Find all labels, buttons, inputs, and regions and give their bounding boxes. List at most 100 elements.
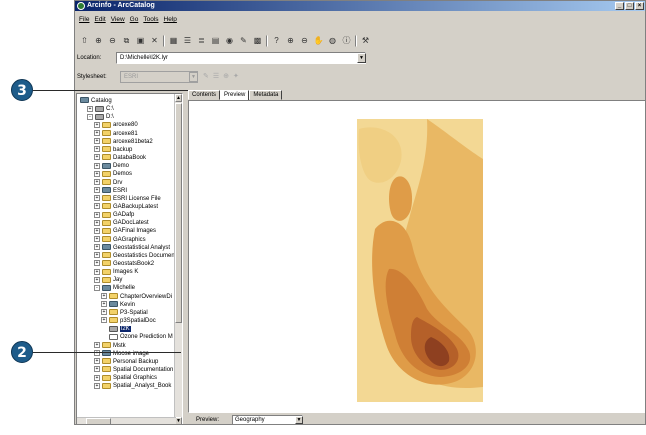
tree-item[interactable]: + Spatial Documentation [94, 366, 173, 374]
tree-item[interactable]: + Spatial_Analyst_Book [94, 382, 171, 390]
arctoolbox-icon[interactable]: ⚒ [360, 36, 371, 47]
delete-icon[interactable]: ✕ [149, 36, 160, 47]
copy-icon[interactable]: ⧉ [121, 36, 132, 47]
tree-item[interactable]: + Moose image [94, 350, 149, 358]
tree-item[interactable]: + p3SpatialDoc [101, 317, 156, 325]
collapse-icon[interactable]: - [87, 113, 93, 120]
tree-item[interactable]: Ozone Prediction M [101, 333, 173, 341]
tree-vertical-scrollbar[interactable]: ▲ ▼ [174, 94, 182, 424]
tree-item[interactable]: + GAGraphics [94, 235, 146, 244]
whats-this-icon[interactable]: ? [271, 36, 282, 47]
tree-item[interactable]: - D:\ [87, 113, 114, 121]
identify-icon[interactable]: ⓘ [341, 36, 352, 47]
zoom-in-icon[interactable]: ⊕ [285, 36, 296, 47]
tree-item[interactable]: + GAFinal Images [94, 227, 156, 235]
expand-icon[interactable]: + [94, 130, 100, 137]
tree-item[interactable]: + Images K [94, 268, 138, 276]
expand-icon[interactable]: + [94, 235, 100, 242]
location-dropdown-button[interactable]: ▼ [357, 53, 366, 63]
metadata-icon[interactable]: ✎ [238, 36, 249, 47]
preview-type-select[interactable]: Geography [232, 415, 303, 424]
tree-item[interactable]: l2K [101, 325, 131, 333]
expand-icon[interactable]: + [101, 309, 107, 316]
expand-icon[interactable]: + [94, 146, 100, 153]
expand-icon[interactable]: + [94, 366, 100, 373]
tree-item[interactable]: + P3-Spatial [101, 309, 148, 317]
expand-icon[interactable]: + [94, 170, 100, 177]
thumbnails-icon[interactable]: ▤ [210, 36, 221, 47]
tree-item[interactable]: + GADocLatest [94, 219, 149, 227]
connect-folder-icon[interactable]: ⊕ [93, 36, 104, 47]
tree-item[interactable]: + arcexe81 [94, 130, 138, 138]
tab-contents[interactable]: Contents [188, 90, 221, 100]
expand-icon[interactable]: + [94, 121, 100, 128]
tree-item[interactable]: + Geostatistical Analyst [94, 244, 170, 252]
hscroll-thumb[interactable] [86, 418, 111, 424]
details-icon[interactable]: ≣ [196, 36, 207, 47]
expand-icon[interactable]: + [94, 219, 100, 226]
tree-item[interactable]: + Kevin [101, 301, 135, 309]
tab-metadata[interactable]: Metadata [249, 90, 283, 100]
tree-item[interactable]: + Geostatistics Document [94, 252, 176, 260]
tree-item[interactable]: + Personal Backup [94, 358, 158, 366]
expand-icon[interactable]: + [94, 203, 100, 210]
expand-icon[interactable]: + [87, 105, 93, 112]
maximize-button[interactable]: □ [625, 2, 634, 10]
tree-horizontal-scrollbar[interactable] [77, 417, 176, 424]
tree-item[interactable]: + ChapterOverviewDi [101, 293, 172, 301]
stylesheet-select[interactable]: ESRI [120, 71, 198, 83]
tree-item[interactable]: + arcexe80 [94, 121, 138, 129]
expand-icon[interactable]: + [101, 293, 107, 300]
expand-icon[interactable]: + [94, 154, 100, 161]
expand-icon[interactable]: + [94, 195, 100, 202]
scroll-thumb[interactable] [175, 103, 182, 323]
menu-view[interactable]: View [111, 15, 125, 25]
expand-icon[interactable]: + [94, 382, 100, 389]
expand-icon[interactable]: + [94, 252, 100, 259]
expand-icon[interactable]: + [94, 268, 100, 275]
collapse-icon[interactable]: - [94, 284, 100, 291]
stylesheet-dropdown-button[interactable]: ▼ [189, 72, 198, 82]
expand-icon[interactable]: + [94, 374, 100, 381]
expand-icon[interactable]: + [94, 162, 100, 169]
tree-item[interactable]: + ESRI [94, 187, 127, 195]
list-icon[interactable]: ☰ [182, 36, 193, 47]
tree-item[interactable]: + GADafp [94, 211, 134, 219]
expand-icon[interactable]: + [101, 317, 107, 324]
minimize-button[interactable]: _ [615, 2, 624, 10]
catalog-tree[interactable]: Catalog + C:\ - D:\ + arcexe80 + arcexe81 + arcexe… [76, 93, 183, 424]
expand-icon[interactable]: + [94, 276, 100, 283]
expand-icon[interactable]: + [94, 350, 100, 357]
preview-type-dropdown-button[interactable]: ▼ [295, 416, 303, 424]
expand-icon[interactable]: + [94, 341, 100, 348]
close-button[interactable]: × [635, 2, 644, 10]
scroll-up-arrow-icon[interactable]: ▲ [175, 94, 182, 102]
menu-tools[interactable]: Tools [143, 15, 158, 25]
full-extent-icon[interactable]: ◍ [327, 36, 338, 47]
tree-item[interactable]: - Michelle [94, 284, 135, 292]
expand-icon[interactable]: + [94, 244, 100, 251]
tree-item[interactable]: + Mstk [94, 341, 126, 350]
expand-icon[interactable]: + [94, 358, 100, 365]
tree-item[interactable]: + Demo [94, 162, 129, 170]
tree-item[interactable]: + GeostatsBook2 [94, 260, 154, 268]
expand-icon[interactable]: + [101, 301, 107, 308]
disconnect-folder-icon[interactable]: ⊖ [107, 36, 118, 47]
tree-item[interactable]: + C:\ [87, 105, 114, 113]
preview-pane[interactable] [188, 100, 645, 413]
tree-item[interactable]: Catalog [80, 97, 112, 105]
tree-item[interactable]: + Demos [94, 170, 132, 178]
tree-item[interactable]: + GABackupLatest [94, 203, 158, 211]
tree-item[interactable]: + Jay [94, 276, 122, 284]
expand-icon[interactable]: + [94, 260, 100, 267]
up-one-level-icon[interactable]: ⇧ [79, 36, 90, 47]
zoom-out-icon[interactable]: ⊖ [299, 36, 310, 47]
tree-item[interactable]: + DatabaBook [94, 154, 146, 162]
expand-icon[interactable]: + [94, 227, 100, 234]
expand-icon[interactable]: + [94, 187, 100, 194]
scroll-down-arrow-icon[interactable]: ▼ [175, 417, 182, 424]
expand-icon[interactable]: + [94, 138, 100, 145]
properties-icon[interactable]: ▩ [252, 36, 263, 47]
menu-edit[interactable]: Edit [94, 15, 105, 25]
tree-item[interactable]: + backup [94, 146, 132, 154]
